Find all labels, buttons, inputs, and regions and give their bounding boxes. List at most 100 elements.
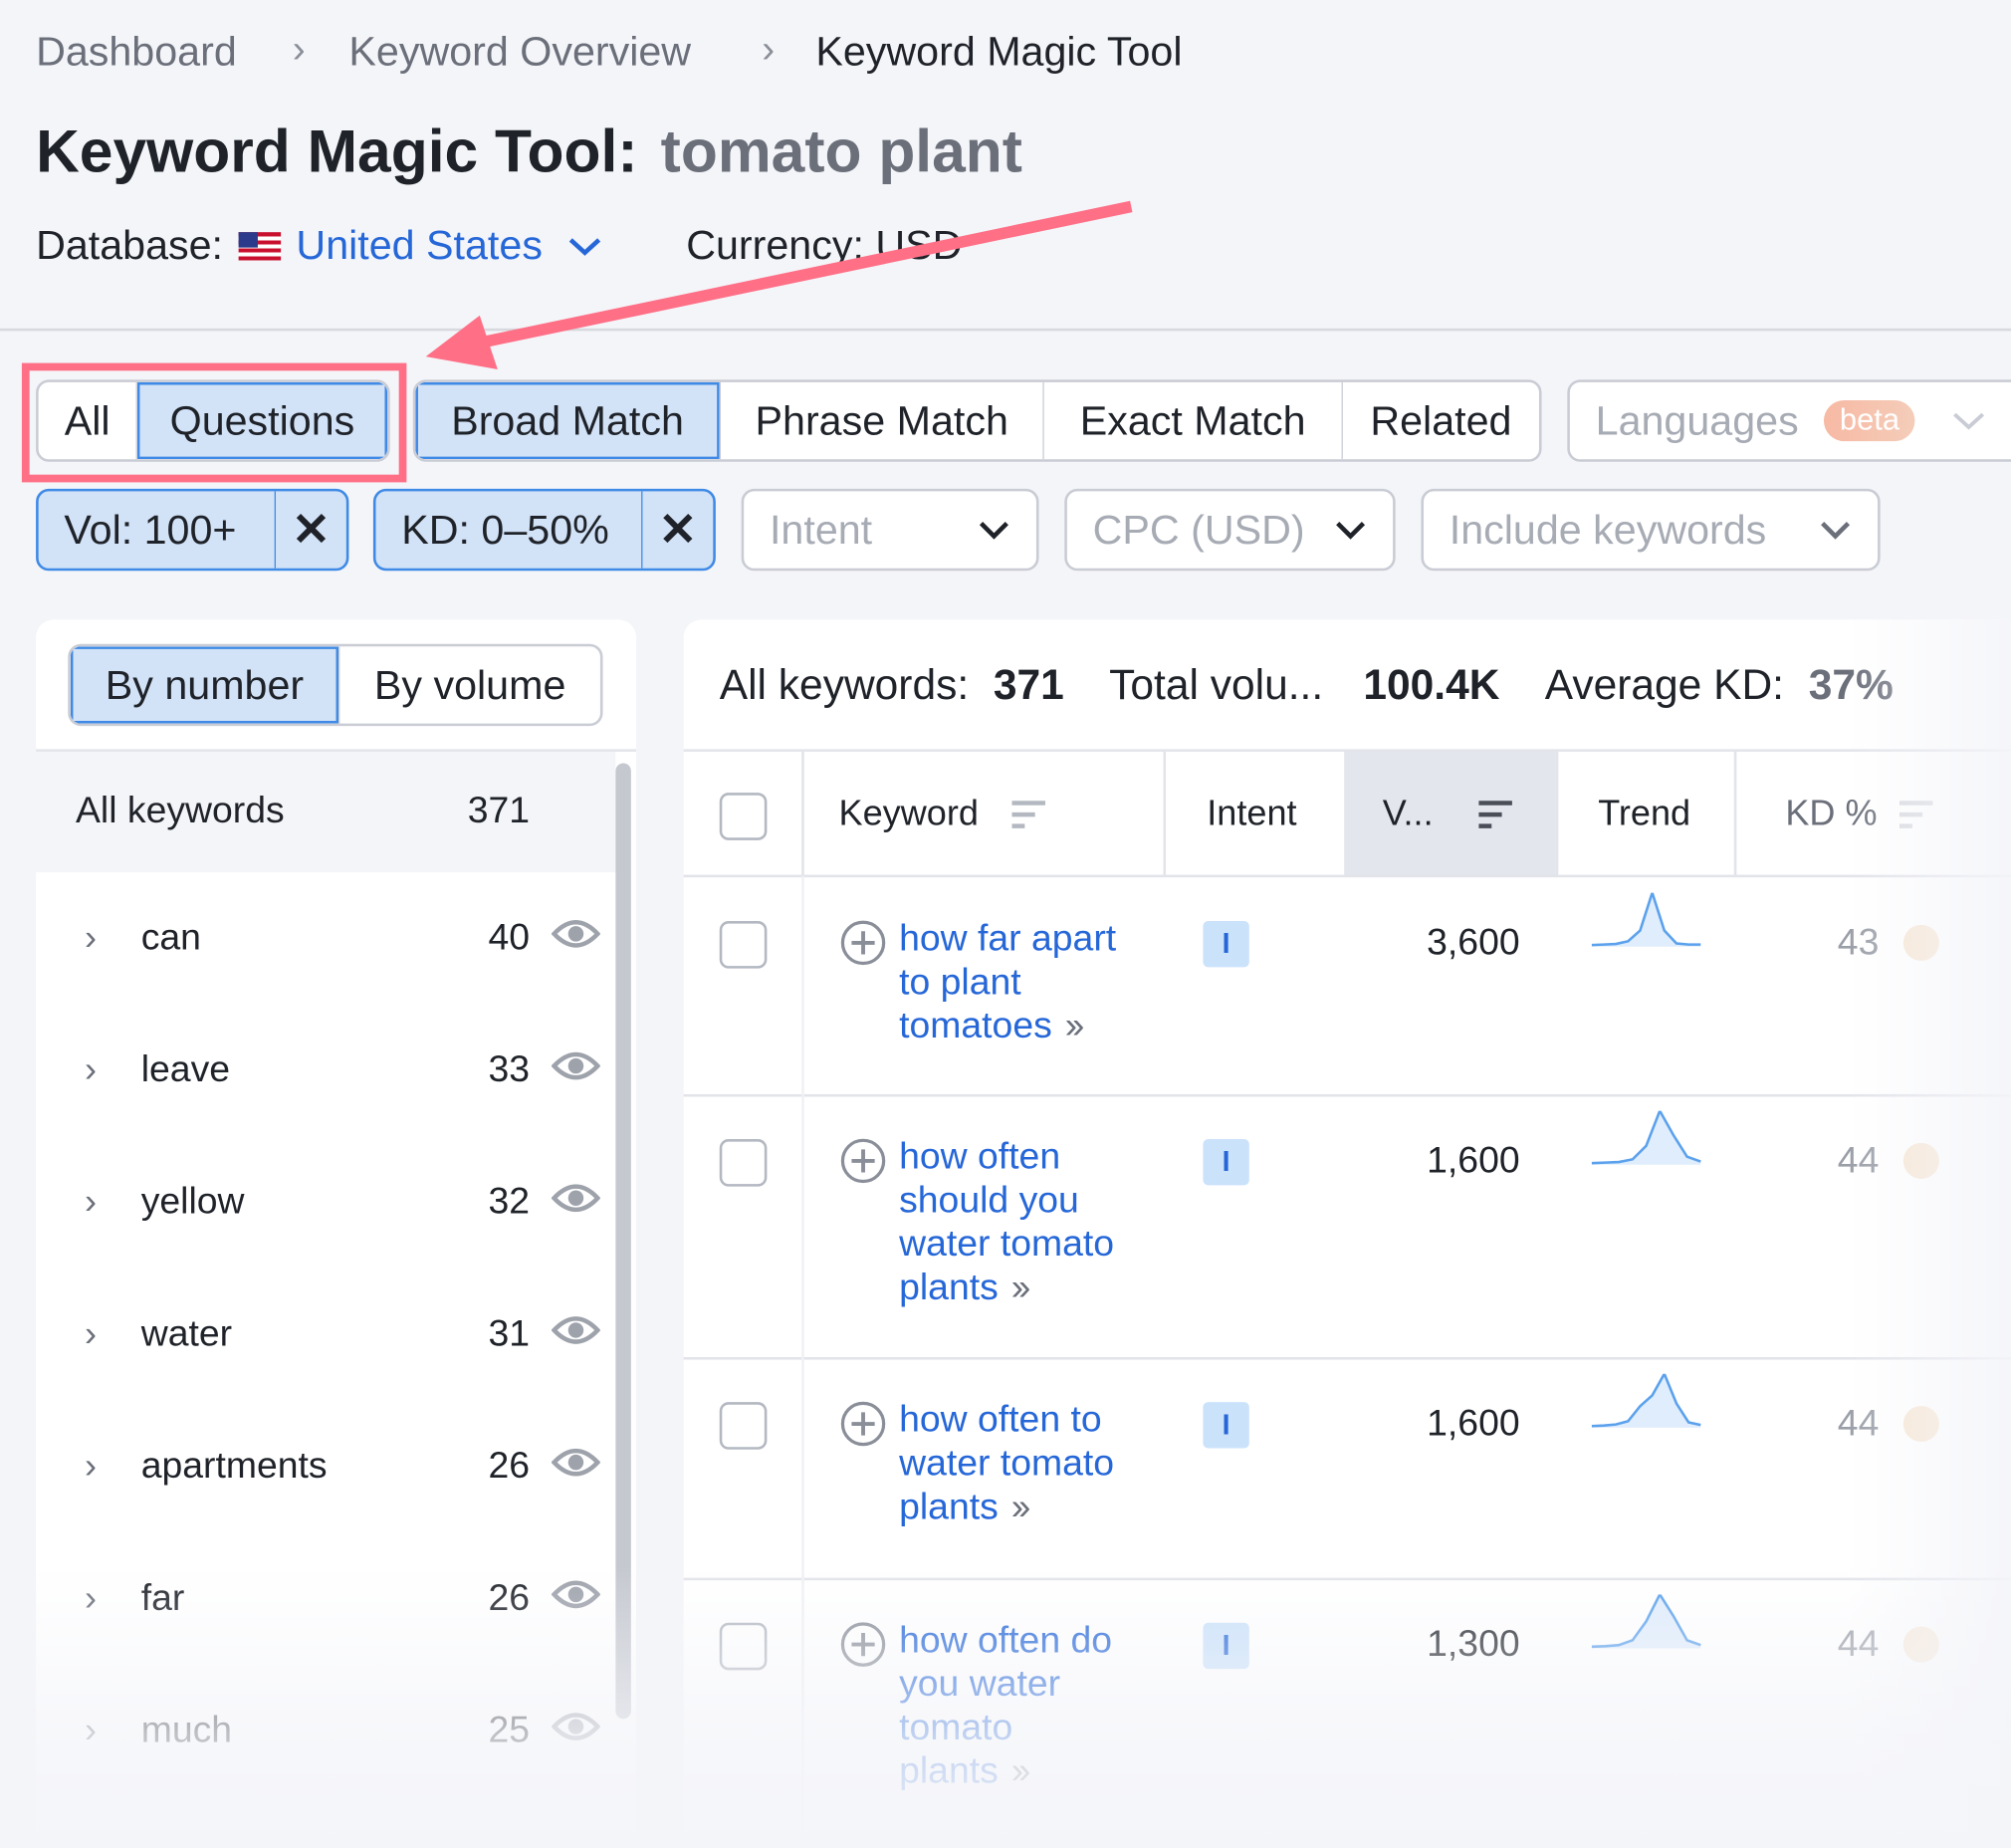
row-checkbox[interactable] — [719, 1139, 768, 1187]
bottom-fade — [0, 1564, 2011, 1848]
by-number-button[interactable]: By number — [70, 646, 339, 724]
tab-broad-match[interactable]: Broad Match — [415, 381, 722, 460]
keyword-line[interactable]: should you — [899, 1180, 1079, 1221]
right-fade — [1847, 619, 2011, 1848]
volume-column-header-bg — [1344, 751, 1556, 876]
add-to-list-plus-icon[interactable] — [840, 1138, 886, 1184]
trend-column-header: Trend — [1598, 793, 1691, 833]
by-volume-button[interactable]: By volume — [338, 646, 600, 724]
annotation-arrow — [425, 200, 1133, 370]
kd-filter-chip: KD: 0–50% ✕ — [372, 488, 716, 572]
chevron-right-icon[interactable]: › — [85, 917, 97, 958]
intent-filter-dropdown[interactable]: Intent — [741, 488, 1039, 572]
keyword-column-header[interactable]: Keyword — [839, 793, 979, 833]
languages-dropdown[interactable]: Languages beta — [1567, 379, 2011, 462]
include-keywords-label: Include keywords — [1449, 506, 1767, 553]
tab-related[interactable]: Related — [1343, 382, 1539, 459]
sort-icon[interactable] — [1476, 798, 1515, 830]
tab-exact-match[interactable]: Exact Match — [1044, 381, 1343, 460]
column-divider — [801, 1357, 804, 1578]
eye-icon[interactable] — [551, 1311, 601, 1360]
chevron-right-icon[interactable]: › — [85, 1049, 97, 1090]
group-sort-toggle: By number By volume — [68, 643, 603, 727]
group-count: 33 — [488, 1048, 531, 1090]
group-item[interactable]: › can 40 — [36, 899, 613, 976]
keyword-line[interactable]: plants — [899, 1268, 999, 1308]
keyword-link[interactable]: how far apart to plant tomatoes ›› — [899, 917, 1156, 1047]
volume-filter-chip: Vol: 100+ ✕ — [36, 488, 349, 572]
match-type-tabs: Broad Match Phrase Match Exact Match Rel… — [412, 379, 1542, 462]
volume-filter-label[interactable]: Vol: 100+ — [39, 506, 275, 554]
trend-area — [1591, 892, 1701, 947]
double-chevron-right-icon[interactable]: ›› — [1065, 1006, 1085, 1046]
sort-icon[interactable] — [1009, 798, 1048, 830]
keyword-line[interactable]: water tomato — [899, 1443, 1114, 1484]
chevron-down-icon — [1821, 522, 1851, 540]
select-all-checkbox[interactable] — [719, 793, 768, 840]
all-keywords-value: 371 — [993, 660, 1064, 709]
cpc-filter-dropdown[interactable]: CPC (USD) — [1064, 488, 1396, 572]
group-item[interactable]: › water 31 — [36, 1295, 613, 1372]
volume-value: 3,600 — [1427, 922, 1520, 964]
keyword-link[interactable]: how often should you water tomato plants ›› — [899, 1135, 1156, 1309]
keyword-line[interactable]: how often to — [899, 1400, 1102, 1441]
column-divider — [1733, 751, 1736, 876]
column-divider — [801, 751, 804, 876]
keyword-line[interactable]: how far apart — [899, 918, 1116, 959]
intent-column-header: Intent — [1207, 793, 1297, 833]
group-item[interactable]: › leave 33 — [36, 1032, 613, 1108]
group-label: All keywords — [76, 790, 285, 831]
total-volume-label: Total volu... — [1109, 660, 1324, 709]
double-chevron-right-icon[interactable]: ›› — [1011, 1487, 1031, 1527]
trend-area — [1591, 1110, 1701, 1165]
remove-volume-filter-close-icon[interactable]: ✕ — [274, 491, 346, 569]
cpc-filter-label: CPC (USD) — [1092, 506, 1305, 553]
add-to-list-plus-icon[interactable] — [840, 920, 886, 966]
keyword-line[interactable]: tomatoes — [899, 1006, 1052, 1046]
volume-value: 1,600 — [1427, 1140, 1520, 1182]
keyword-line[interactable]: how often — [899, 1136, 1060, 1177]
chevron-right-icon[interactable]: › — [85, 1313, 97, 1354]
eye-icon[interactable] — [551, 1046, 601, 1095]
add-to-list-plus-icon[interactable] — [840, 1401, 886, 1447]
kd-filter-label[interactable]: KD: 0–50% — [375, 506, 641, 554]
group-count: 40 — [488, 916, 531, 958]
column-divider — [801, 1093, 804, 1358]
group-item[interactable]: › apartments 26 — [36, 1428, 613, 1504]
eye-icon[interactable] — [551, 1443, 601, 1492]
volume-value: 1,600 — [1427, 1403, 1520, 1445]
keyword-line[interactable]: water tomato — [899, 1224, 1114, 1265]
group-count: 32 — [488, 1180, 531, 1223]
group-label: water — [140, 1312, 233, 1354]
intent-badge: I — [1203, 1402, 1249, 1449]
eye-icon[interactable] — [551, 1179, 601, 1228]
group-label: leave — [140, 1048, 231, 1090]
eye-icon[interactable] — [551, 915, 601, 964]
all-keywords-label: All keywords: — [719, 660, 970, 709]
average-kd-label: Average KD: — [1544, 660, 1785, 709]
summary-bar: All keywords: 371 Total volu... 100.4K A… — [720, 660, 1894, 709]
row-checkbox[interactable] — [719, 1402, 768, 1450]
row-checkbox[interactable] — [719, 920, 768, 969]
beta-badge: beta — [1824, 399, 1915, 442]
chevron-right-icon[interactable]: › — [85, 1446, 97, 1487]
trend-sparkline — [1591, 1110, 1701, 1165]
intent-badge: I — [1203, 920, 1249, 968]
keyword-line[interactable]: to plant — [899, 962, 1021, 1003]
group-item[interactable]: › yellow 32 — [36, 1163, 613, 1240]
column-divider — [1555, 751, 1558, 876]
tab-phrase-match[interactable]: Phrase Match — [721, 381, 1044, 460]
chevron-down-icon — [979, 522, 1008, 540]
double-chevron-right-icon[interactable]: ›› — [1011, 1268, 1031, 1308]
trend-sparkline — [1591, 892, 1701, 947]
volume-column-header[interactable]: V... — [1383, 793, 1434, 833]
chevron-right-icon[interactable]: › — [85, 1182, 97, 1223]
group-all-keywords[interactable]: All keywords 371 — [36, 751, 616, 873]
group-count: 26 — [488, 1445, 531, 1487]
remove-kd-filter-close-icon[interactable]: ✕ — [641, 491, 713, 569]
keyword-line[interactable]: plants — [899, 1487, 999, 1527]
total-volume-value: 100.4K — [1363, 660, 1500, 709]
include-keywords-dropdown[interactable]: Include keywords — [1421, 488, 1881, 572]
keyword-link[interactable]: how often to water tomato plants ›› — [899, 1398, 1156, 1528]
row-divider — [683, 1357, 2011, 1360]
